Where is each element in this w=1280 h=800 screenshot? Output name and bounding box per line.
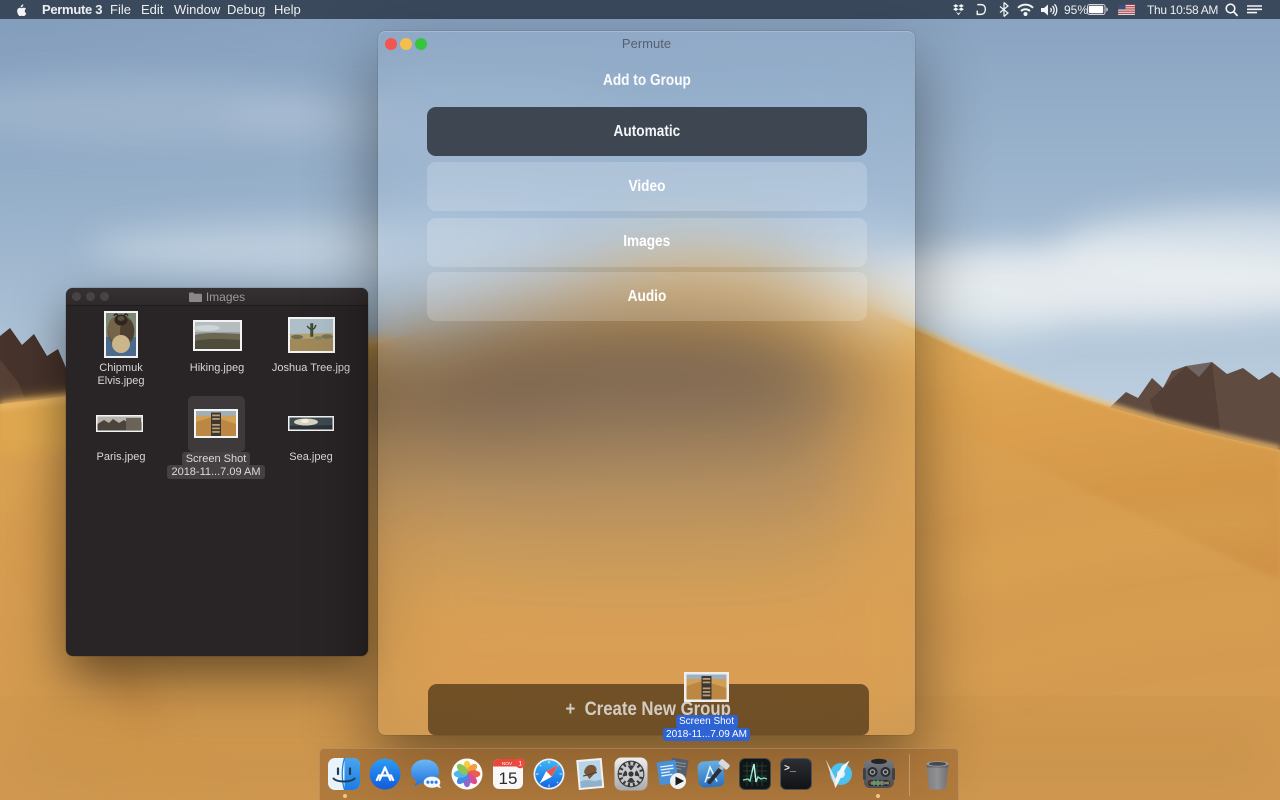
svg-text:1: 1 <box>518 760 522 767</box>
svg-text:>_: >_ <box>784 764 797 775</box>
svg-text:15: 15 <box>499 769 518 788</box>
svg-text:NOV: NOV <box>502 761 513 767</box>
